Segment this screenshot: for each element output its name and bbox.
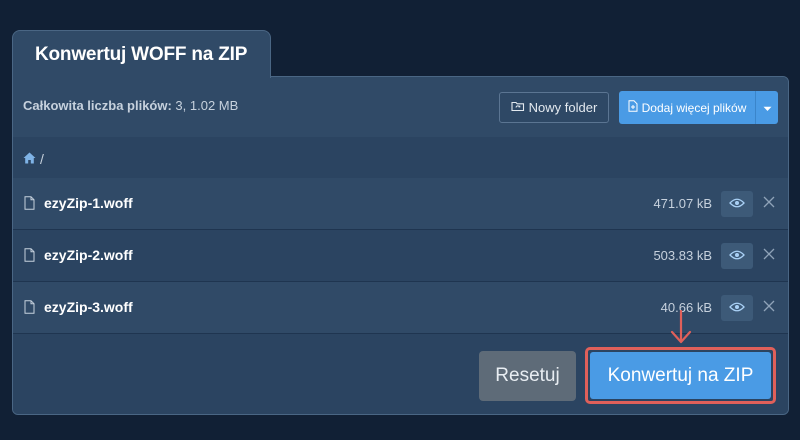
close-icon: [763, 299, 775, 317]
close-icon: [763, 195, 775, 213]
eye-icon: [729, 195, 745, 213]
file-plus-icon: [628, 100, 638, 115]
add-files-button[interactable]: Dodaj więcej plików: [619, 91, 778, 124]
file-row: ezyZip-1.woff 471.07 kB: [13, 178, 788, 230]
eye-icon: [729, 299, 745, 317]
breadcrumb-separator: /: [40, 151, 44, 167]
convert-highlight: Konwertuj na ZIP: [585, 347, 776, 404]
folder-sync-icon: [511, 100, 525, 115]
add-files-dropdown-toggle[interactable]: [756, 91, 778, 124]
remove-file-button[interactable]: [760, 299, 778, 317]
total-files-label: Całkowita liczba plików:: [23, 98, 172, 113]
total-files-summary: Całkowita liczba plików: 3, 1.02 MB: [23, 98, 238, 113]
file-icon: [24, 248, 35, 267]
preview-button[interactable]: [721, 295, 753, 321]
preview-button[interactable]: [721, 191, 753, 217]
file-row: ezyZip-2.woff 503.83 kB: [13, 230, 788, 282]
arrow-down-icon: [670, 309, 692, 349]
preview-button[interactable]: [721, 243, 753, 269]
file-icon: [24, 196, 35, 215]
convert-button[interactable]: Konwertuj na ZIP: [590, 352, 771, 399]
close-icon: [763, 247, 775, 265]
file-name: ezyZip-3.woff: [44, 299, 133, 315]
add-files-main[interactable]: Dodaj więcej plików: [619, 91, 755, 124]
panel-header: Całkowita liczba plików: 3, 1.02 MB Nowy…: [13, 77, 788, 138]
remove-file-button[interactable]: [760, 247, 778, 265]
home-icon[interactable]: [23, 151, 36, 167]
file-size: 471.07 kB: [653, 196, 712, 211]
new-folder-label: Nowy folder: [528, 100, 598, 115]
file-name: ezyZip-1.woff: [44, 195, 133, 211]
breadcrumb-path: /: [23, 151, 44, 167]
reset-button[interactable]: Resetuj: [479, 351, 576, 401]
file-name: ezyZip-2.woff: [44, 247, 133, 263]
file-icon: [24, 300, 35, 319]
new-folder-button[interactable]: Nowy folder: [499, 92, 609, 123]
total-files-value: 3, 1.02 MB: [171, 98, 239, 113]
tab-title: Konwertuj WOFF na ZIP: [35, 44, 248, 65]
remove-file-button[interactable]: [760, 195, 778, 213]
file-size: 503.83 kB: [653, 248, 712, 263]
eye-icon: [729, 247, 745, 265]
add-files-label: Dodaj więcej plików: [641, 100, 747, 115]
tool-tab: Konwertuj WOFF na ZIP: [12, 30, 271, 78]
breadcrumb: /: [13, 137, 788, 179]
converter-panel: Całkowita liczba plików: 3, 1.02 MB Nowy…: [12, 76, 789, 415]
caret-down-icon: [763, 101, 772, 115]
